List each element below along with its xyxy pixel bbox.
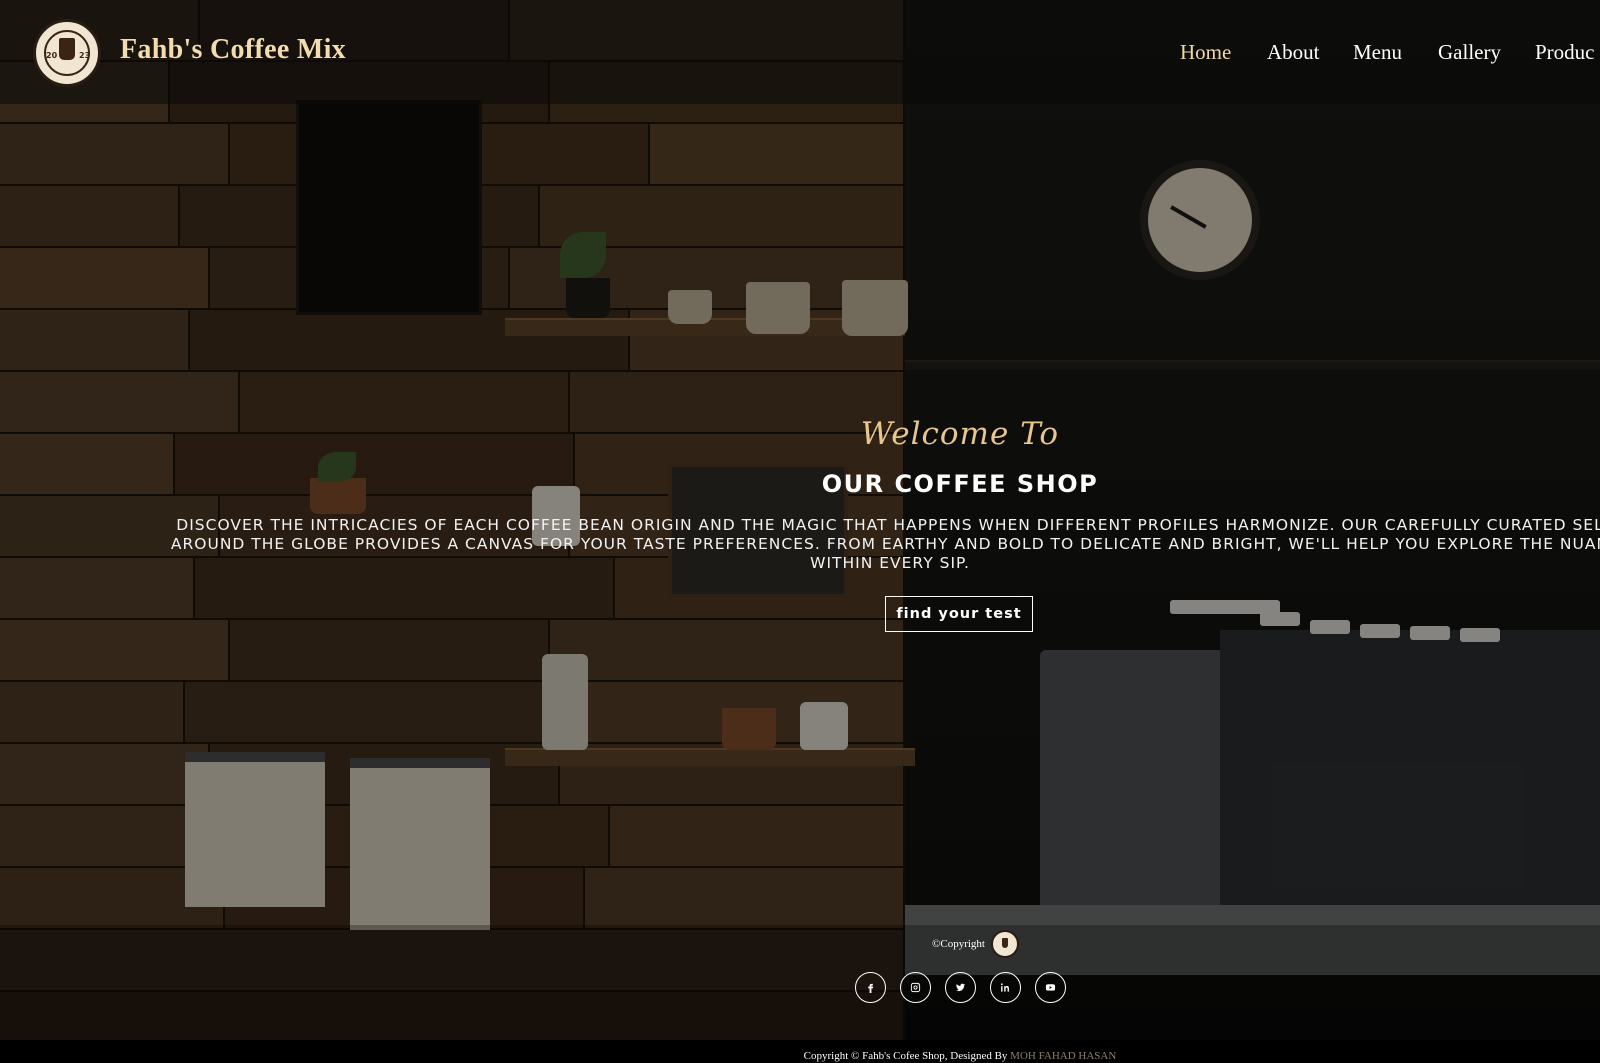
- twitter-icon[interactable]: [945, 972, 976, 1003]
- hero-title: OUR COFFEE SHOP: [821, 470, 1099, 498]
- hero-description-line: DISCOVER THE INTRICACIES OF EACH COFFEE …: [176, 516, 1600, 534]
- nav-menu[interactable]: Menu: [1353, 40, 1402, 65]
- nav-products[interactable]: Produc: [1535, 40, 1595, 65]
- youtube-icon[interactable]: [1035, 972, 1066, 1003]
- author-link[interactable]: MOH FAHAD HASAN: [1010, 1050, 1116, 1062]
- social-links: [855, 972, 1066, 1003]
- nav-gallery[interactable]: Gallery: [1438, 40, 1501, 65]
- brand-name[interactable]: Fahb's Coffee Mix: [120, 34, 346, 66]
- facebook-icon[interactable]: [855, 972, 886, 1003]
- hero-welcome: Welcome To: [860, 416, 1060, 452]
- linkedin-icon[interactable]: [990, 972, 1021, 1003]
- footer-logo: [990, 930, 1019, 958]
- hero-description: DISCOVER THE INTRICACIES OF EACH COFFEE …: [70, 516, 1600, 573]
- copyright-label: ©Copyright: [932, 938, 985, 950]
- nav-home[interactable]: Home: [1180, 40, 1231, 65]
- footer: [0, 925, 1600, 1040]
- footer-credit: Copyright © Fahb's Cofee Shop, Designed …: [0, 1050, 1600, 1062]
- instagram-icon[interactable]: [900, 972, 931, 1003]
- credit-text: Copyright © Fahb's Cofee Shop, Designed …: [803, 1050, 1011, 1062]
- footer-copyright: ©Copyright: [932, 930, 1019, 958]
- top-navbar: 20 23 Fahb's Coffee Mix Home About Menu …: [0, 0, 1600, 104]
- brand-logo[interactable]: 20 23: [33, 19, 101, 87]
- hero-description-line: WITHIN EVERY SIP.: [810, 554, 970, 572]
- find-your-test-button[interactable]: find your test: [885, 596, 1033, 632]
- hero-description-line: AROUND THE GLOBE PROVIDES A CANVAS FOR Y…: [170, 535, 1600, 553]
- nav-about[interactable]: About: [1267, 40, 1320, 65]
- coffee-cup-icon: [59, 38, 75, 60]
